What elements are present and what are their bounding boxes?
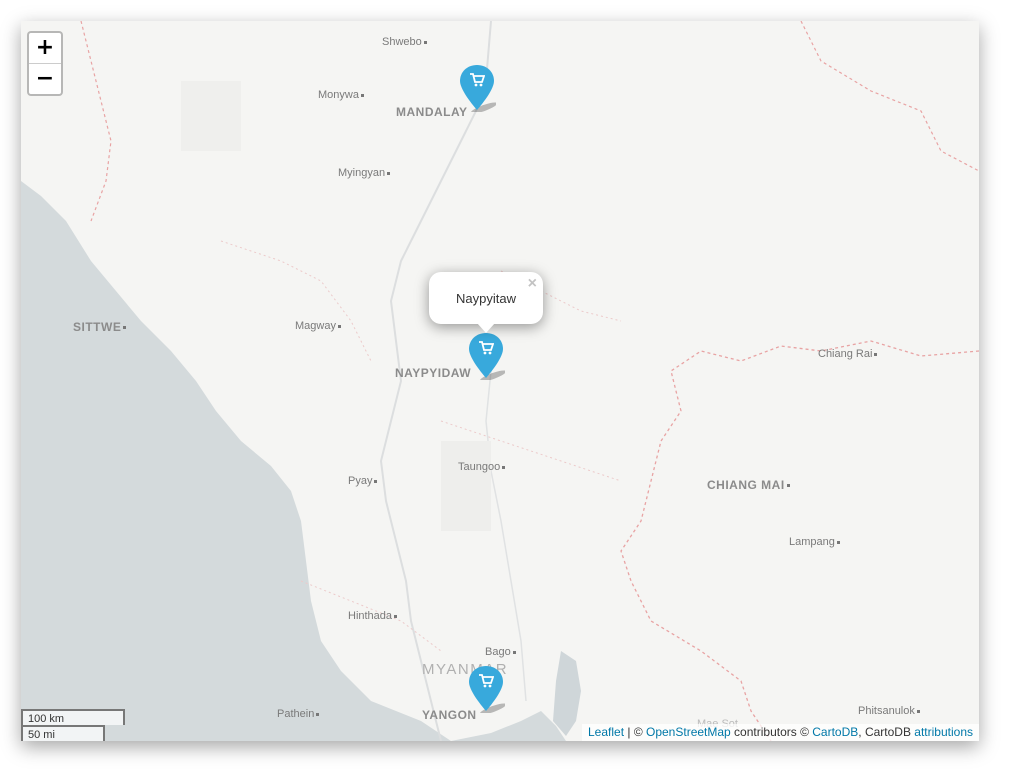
zoom-in-button[interactable]: + (29, 33, 61, 63)
scale-bar: 100 km 50 mi (21, 709, 125, 741)
openstreetmap-link[interactable]: OpenStreetMap (646, 725, 731, 739)
marker-popup: × Naypyitaw (429, 272, 543, 333)
map-container[interactable]: Shwebo Monywa MANDALAY Myingyan SITTWE M… (21, 21, 979, 741)
attributions-link[interactable]: attributions (914, 725, 973, 739)
city-label-phitsanulok: Phitsanulok (858, 705, 920, 717)
city-label-myingyan: Myingyan (338, 167, 391, 179)
popup-text: Naypyitaw (456, 291, 516, 306)
map-marker-yangon[interactable] (467, 665, 507, 715)
city-label-taungoo: Taungoo (458, 461, 506, 473)
leaflet-link[interactable]: Leaflet (588, 725, 624, 739)
shopping-cart-icon (479, 341, 494, 355)
city-label-monywa: Monywa (318, 89, 364, 101)
city-label-shwebo: Shwebo (382, 36, 427, 48)
city-label-pathein: Pathein (277, 708, 320, 720)
city-label-bago: Bago (485, 646, 516, 658)
cartodb-link[interactable]: CartoDB (812, 725, 858, 739)
city-label-sittwe: SITTWE (73, 320, 127, 334)
city-label-magway: Magway (295, 320, 341, 332)
city-label-naypyidaw: NAYPYIDAW (395, 366, 472, 380)
park-area (181, 81, 241, 151)
city-label-chiang-rai: Chiang Rai (818, 348, 878, 360)
scale-metric: 100 km (21, 709, 125, 725)
city-label-mandalay: MANDALAY (396, 105, 468, 119)
map-tiles[interactable] (21, 21, 979, 741)
shopping-cart-icon (479, 674, 494, 688)
shopping-cart-icon (470, 73, 485, 87)
park-area (441, 441, 491, 531)
zoom-control: + − (27, 31, 63, 96)
city-label-pyay: Pyay (348, 475, 378, 487)
scale-imperial: 50 mi (21, 725, 105, 741)
city-label-hinthada: Hinthada (348, 610, 398, 622)
map-marker-naypyitaw[interactable] (467, 332, 507, 382)
city-label-chiang-mai: CHIANG MAI (707, 478, 790, 492)
city-label-lampang: Lampang (789, 536, 840, 548)
attribution: Leaflet | © OpenStreetMap contributors ©… (582, 724, 979, 741)
zoom-out-button[interactable]: − (29, 63, 61, 94)
map-marker-mandalay[interactable] (458, 64, 498, 114)
popup-tip (477, 323, 495, 333)
